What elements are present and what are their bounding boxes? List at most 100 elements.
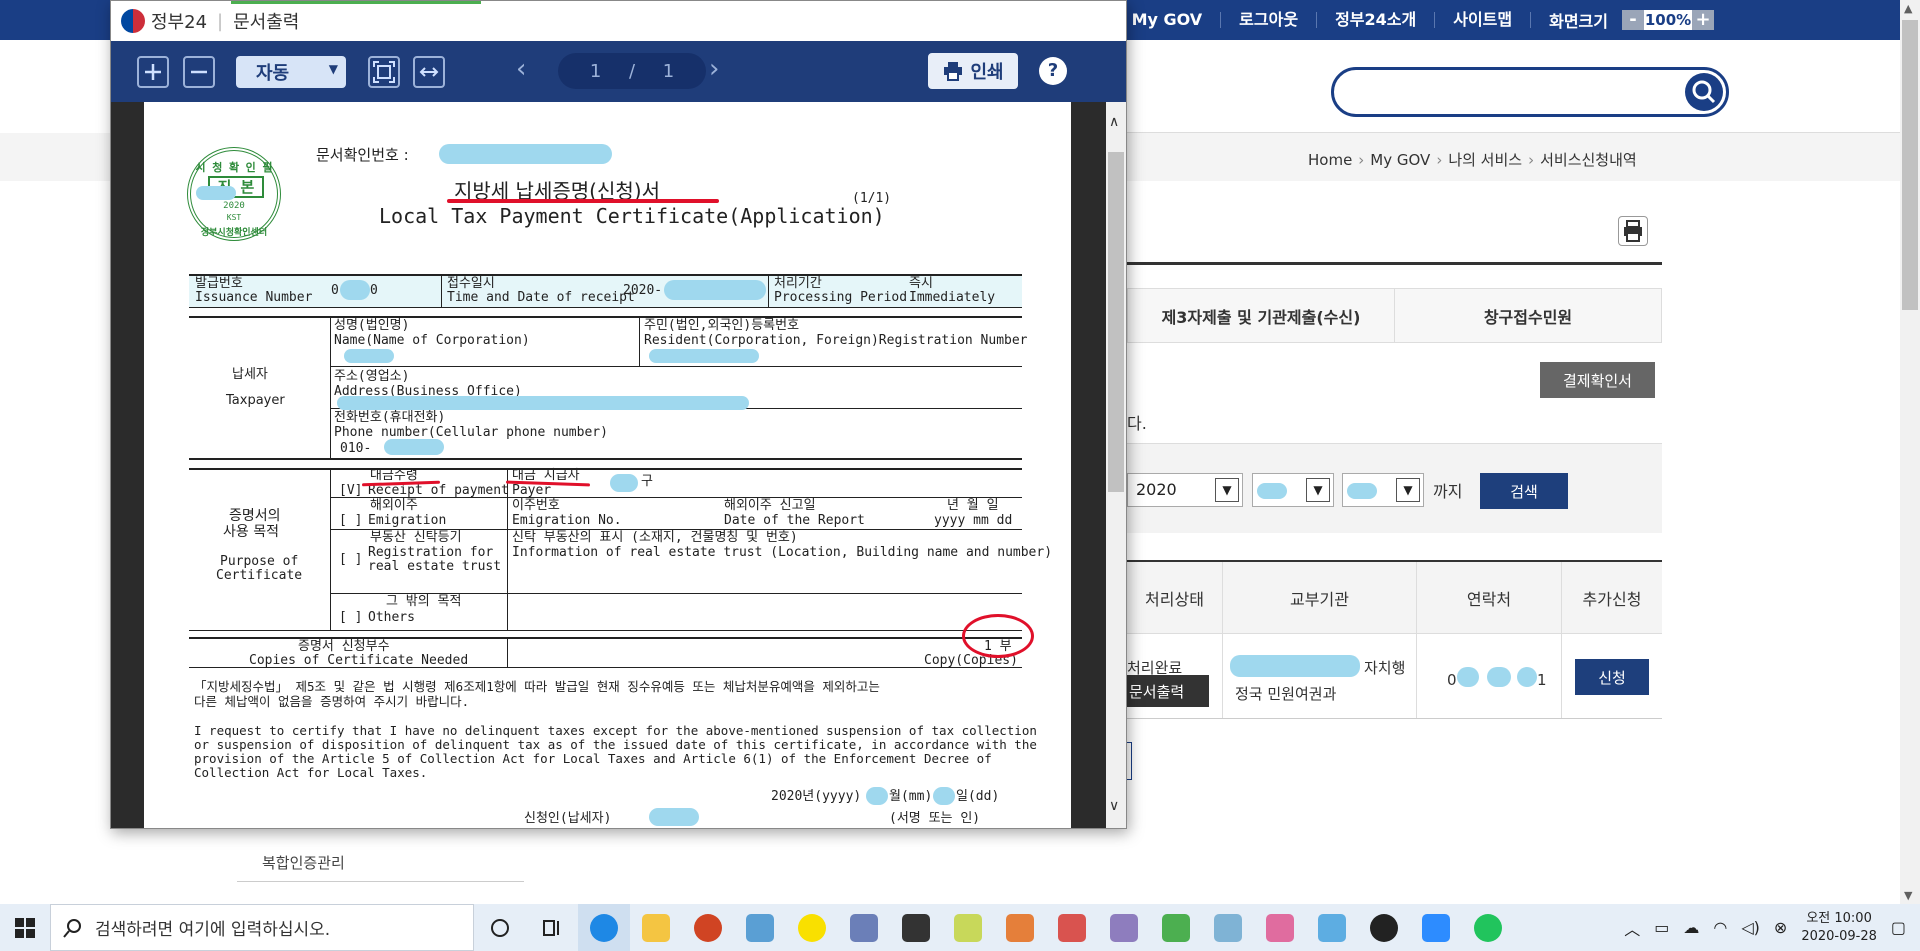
chevron-down-icon: ▼ (1396, 478, 1420, 502)
current-page[interactable]: 1 (590, 61, 601, 82)
pen-tool-icon[interactable] (1098, 904, 1150, 951)
copies-en: Copies of Certificate Needed (249, 653, 469, 668)
receipt-payment-en: Receipt of payment (368, 483, 509, 498)
document-scroll-thumb[interactable] (1108, 152, 1124, 492)
sign-label: (서명 또는 인) (889, 811, 981, 826)
law-ko-1: 「지방세징수법」 제5조 및 같은 법 시행령 제6조제1항에 따라 발급일 현… (194, 679, 880, 694)
month-select[interactable]: ▼ (1252, 473, 1334, 507)
app-disk-icon[interactable] (838, 904, 890, 951)
purpose-en-2: Certificate (216, 568, 303, 583)
task-view-icon[interactable] (526, 904, 578, 951)
nav-my-gov[interactable]: My GOV (1114, 12, 1222, 28)
volume-icon[interactable]: ◁) (1741, 918, 1760, 937)
page-print-button[interactable] (1618, 216, 1648, 246)
snipping-tool-icon[interactable] (1254, 904, 1306, 951)
document-scrollbar[interactable]: ∧ ∨ (1106, 102, 1126, 828)
row-org-suffix: 자치행 (1364, 659, 1406, 677)
battery-icon[interactable]: ▭ (1654, 918, 1669, 937)
clock[interactable]: 오전 10:00 2020-09-28 (1801, 910, 1877, 946)
taskbar-search-input[interactable]: 검색하려면 여기에 입력하십시오. (50, 904, 474, 951)
notification-icon[interactable]: ▢ (1891, 918, 1906, 937)
fit-width-button[interactable] (413, 56, 445, 88)
scroll-up-icon[interactable]: ∧ (1109, 114, 1119, 130)
scroll-down-icon[interactable]: ▼ (1904, 889, 1912, 902)
printer-icon (944, 62, 963, 81)
band-app-icon[interactable] (1462, 904, 1514, 951)
video-editor-icon[interactable] (890, 904, 942, 951)
copies-ko: 증명서 신청부수 (298, 639, 390, 654)
ymd-ko: 년 월 일 (947, 498, 999, 513)
fit-width-icon (419, 67, 439, 77)
breadcrumb-my-gov[interactable]: My GOV (1370, 151, 1430, 169)
fit-page-button[interactable] (368, 56, 400, 88)
tab-counter-civil-service[interactable]: 창구접수민원 (1395, 289, 1661, 342)
photo-app-icon[interactable] (994, 904, 1046, 951)
breadcrumb-current[interactable]: 서비스신청내역 (1540, 151, 1637, 169)
law-ko-2: 다른 체납액이 없음을 증명하여 주시기 바랍니다. (194, 694, 470, 709)
prev-page-icon[interactable]: ‹ (516, 54, 526, 84)
app-book-icon[interactable] (1306, 904, 1358, 951)
site-search-input[interactable] (1331, 67, 1729, 117)
start-button[interactable] (0, 904, 50, 951)
breadcrumb-home[interactable]: Home (1308, 151, 1352, 169)
page-scroll-thumb[interactable] (1902, 20, 1918, 310)
next-page-icon[interactable]: › (709, 54, 719, 84)
app-notes-icon[interactable] (942, 904, 994, 951)
ime-icon[interactable]: ⊗ (1774, 918, 1787, 937)
year-select[interactable]: 2020 ▼ (1127, 473, 1243, 507)
scroll-up-icon[interactable]: ▲ (1904, 2, 1912, 15)
resident-en: Resident(Corporation, Foreign)Registrati… (644, 333, 1028, 348)
scroll-down-icon[interactable]: ∨ (1109, 798, 1119, 814)
trust-info-en: Information of real estate trust (Locati… (512, 545, 1053, 560)
period-ko: 처리기간 (774, 276, 822, 291)
zoom-in-button[interactable] (137, 56, 169, 88)
obs-icon[interactable] (1358, 904, 1410, 951)
top-nav: My GOV 로그아웃 정부24소개 사이트맵 화면크기 - 100% + (1114, 0, 1714, 40)
date-filter-panel: 2020 ▼ ▼ ▼ 까지 검색 (1127, 443, 1662, 533)
cloud-icon[interactable]: ☁ (1683, 918, 1699, 937)
print-button[interactable]: 인쇄 (928, 53, 1018, 89)
wifi-icon[interactable]: ◠ (1713, 918, 1727, 937)
paint-icon[interactable] (1202, 904, 1254, 951)
zoom-app-icon[interactable] (1410, 904, 1462, 951)
zoom-mode-select[interactable]: 자동 ▼ (236, 56, 346, 88)
law-en-3: provision of the Article 5 of Collection… (194, 751, 992, 766)
page-scrollbar[interactable]: ▲ ▼ (1900, 0, 1920, 904)
doc-output-button[interactable]: 문서출력 (1127, 675, 1209, 707)
file-explorer-icon[interactable] (630, 904, 682, 951)
day-select[interactable]: ▼ (1342, 473, 1424, 507)
app-3d-icon[interactable] (734, 904, 786, 951)
filter-search-button[interactable]: 검색 (1480, 473, 1568, 509)
zoom-out-button[interactable]: - (1622, 10, 1644, 30)
zoom-mode-value: 자동 (256, 63, 290, 84)
left-menu-item[interactable]: 복합인증관리 (237, 838, 524, 882)
powerpoint-icon[interactable] (682, 904, 734, 951)
zoom-out-button[interactable] (183, 56, 215, 88)
nav-about[interactable]: 정부24소개 (1317, 12, 1436, 28)
task-view-glyph-icon (543, 919, 559, 936)
help-button[interactable]: ? (1039, 57, 1067, 85)
tab-third-party-submission[interactable]: 제3자제출 및 기관제출(수신) (1128, 289, 1395, 342)
payment-confirm-button[interactable]: 결제확인서 (1540, 362, 1655, 398)
nav-logout[interactable]: 로그아웃 (1221, 12, 1318, 28)
site-search-button[interactable] (1685, 73, 1723, 111)
kakaotalk-icon[interactable] (786, 904, 838, 951)
cortana-icon[interactable] (474, 904, 526, 951)
popup-brand: 정부24 (151, 12, 208, 33)
document-print-popup: 정부24 | 문서출력 자동 ▼ ‹ 1 / 1 › 인쇄 ? 시 청 확 인 … (110, 0, 1127, 829)
breadcrumb-my-service[interactable]: 나의 서비스 (1448, 151, 1522, 169)
row-apply-button[interactable]: 신청 (1575, 659, 1649, 695)
nav-sitemap[interactable]: 사이트맵 (1435, 12, 1532, 28)
app-green-icon[interactable] (1150, 904, 1202, 951)
plus-icon (145, 64, 161, 80)
chevron-up-icon[interactable]: ︿ (1624, 916, 1640, 940)
emigration-mark: [ ] (339, 513, 363, 528)
row-phone-end: 1 (1537, 671, 1547, 689)
search-icon (63, 918, 81, 938)
zoom-in-button[interactable]: + (1692, 10, 1714, 30)
ymd-en: yyyy mm dd (934, 513, 1013, 528)
redacted-day-val (933, 787, 955, 805)
partial-frame (1127, 742, 1132, 780)
app-robot-icon[interactable] (1046, 904, 1098, 951)
ie-browser-icon[interactable] (578, 904, 630, 951)
